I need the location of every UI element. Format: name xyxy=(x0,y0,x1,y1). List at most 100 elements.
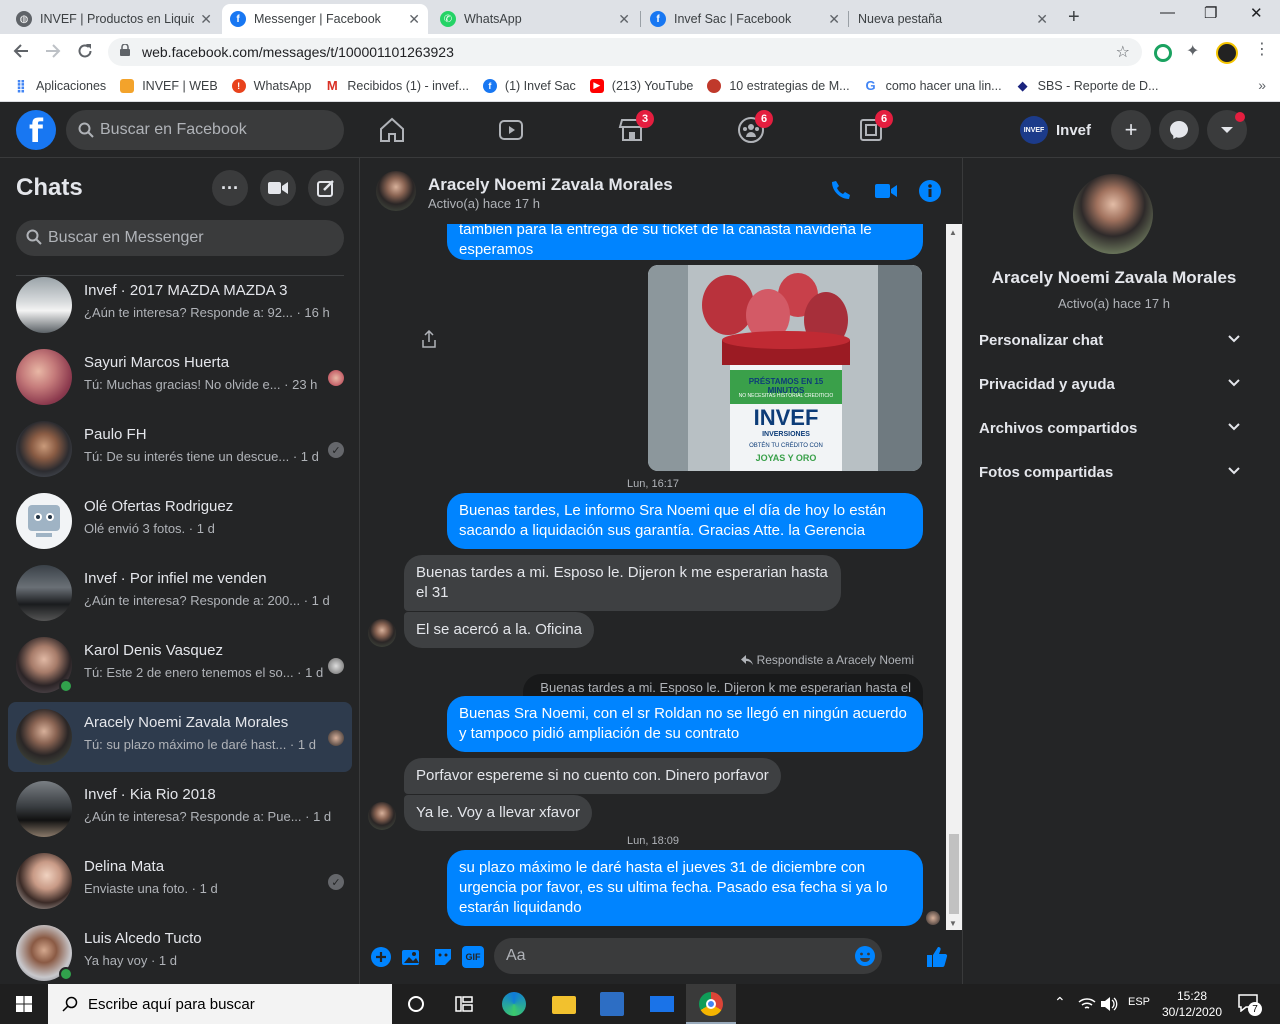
bookmark-apps[interactable]: ⣿ Aplicaciones xyxy=(14,78,107,93)
bookmark-estrategias[interactable]: 10 estrategias de M... xyxy=(707,78,850,93)
chat-item[interactable]: Luis Alcedo Tucto Ya hay voy · 1 d xyxy=(8,918,352,984)
options-button[interactable]: ··· xyxy=(212,170,248,206)
chat-item[interactable]: Karol Denis Vasquez Tú: Este 2 de enero … xyxy=(8,630,352,700)
wifi-icon[interactable] xyxy=(1078,996,1096,1012)
create-button[interactable]: + xyxy=(1111,110,1151,150)
tab-invef-productos[interactable]: ◍ INVEF | Productos en Liquid ✕ xyxy=(8,4,220,34)
windows-start-icon[interactable] xyxy=(16,996,32,1012)
more-bookmarks-icon[interactable]: » xyxy=(1258,77,1266,93)
info-icon[interactable] xyxy=(918,179,942,203)
account-menu-button[interactable] xyxy=(1207,110,1247,150)
section-archivos-compartidos[interactable]: Archivos compartidos xyxy=(979,420,1241,444)
watch-icon[interactable] xyxy=(497,116,525,144)
tab-whatsapp[interactable]: ✆ WhatsApp ✕ xyxy=(432,4,638,34)
show-hidden-icons[interactable]: ⌃ xyxy=(1054,994,1066,1011)
clock[interactable]: 15:28 30/12/2020 xyxy=(1160,988,1224,1020)
groups-nav[interactable]: 6 xyxy=(737,110,773,144)
contact-name[interactable]: Aracely Noemi Zavala Morales xyxy=(428,175,673,195)
chat-item[interactable]: Olé Ofertas Rodriguez Olé envió 3 fotos.… xyxy=(8,486,352,556)
minimize-button[interactable]: — xyxy=(1160,4,1175,21)
task-view-icon[interactable] xyxy=(452,992,476,1016)
bookmark-invef-sac[interactable]: f (1) Invef Sac xyxy=(482,78,576,93)
profile-chip[interactable]: INVEF Invef xyxy=(1020,114,1091,146)
section-fotos-compartidas[interactable]: Fotos compartidas xyxy=(979,464,1241,488)
close-icon[interactable]: ✕ xyxy=(200,11,212,28)
chat-item[interactable]: Sayuri Marcos Huerta Tú: Muchas gracias!… xyxy=(8,342,352,412)
bookmark-gmail[interactable]: M Recibidos (1) - invef... xyxy=(325,78,469,93)
taskbar-search-input[interactable]: Escribe aquí para buscar xyxy=(48,984,392,1024)
phone-icon[interactable] xyxy=(830,179,854,203)
bookmark-sbs[interactable]: ◆ SBS - Reporte de D... xyxy=(1016,78,1159,93)
section-personalizar-chat[interactable]: Personalizar chat xyxy=(979,332,1241,356)
gaming-nav[interactable]: 6 xyxy=(857,110,893,144)
messenger-button[interactable] xyxy=(1159,110,1199,150)
profile-avatar[interactable] xyxy=(1216,42,1238,64)
tab-messenger[interactable]: f Messenger | Facebook ✕ xyxy=(222,4,428,34)
tab-nueva-pestana[interactable]: Nueva pestaña ✕ xyxy=(850,4,1056,34)
restore-button[interactable]: ❐ xyxy=(1204,4,1217,22)
language-indicator[interactable]: ESP xyxy=(1128,996,1150,1008)
new-room-button[interactable] xyxy=(260,170,296,206)
reload-button[interactable] xyxy=(76,42,94,65)
plus-circle-icon[interactable] xyxy=(370,946,392,968)
gif-icon[interactable]: GIF xyxy=(462,946,484,968)
file-explorer-icon[interactable] xyxy=(552,996,576,1014)
scroll-down-icon[interactable]: ▼ xyxy=(949,919,957,928)
puzzle-icon[interactable]: ✦ xyxy=(1186,41,1204,60)
shared-photo[interactable]: PRÉSTAMOS EN 15 MINUTOS NO NECESITAS HIS… xyxy=(648,265,922,471)
scrollbar-thumb[interactable] xyxy=(949,834,959,914)
scroll-up-icon[interactable]: ▲ xyxy=(949,228,957,237)
chat-item-selected[interactable]: Aracely Noemi Zavala Morales Tú: su plaz… xyxy=(8,702,352,772)
share-icon[interactable] xyxy=(422,330,436,348)
facebook-logo-icon[interactable]: f xyxy=(16,110,56,150)
reply-indicator: Respondiste a Aracely Noemi xyxy=(740,653,914,667)
chrome-taskbar-button[interactable] xyxy=(686,984,736,1024)
chat-item[interactable]: Invef · 2017 MAZDA MAZDA 3 ¿Aún te inter… xyxy=(8,270,352,340)
edge-icon[interactable] xyxy=(502,992,526,1016)
more-vert-icon[interactable]: ⋮ xyxy=(1254,39,1272,58)
messages-scrollbar[interactable]: ▲ ▼ xyxy=(946,224,962,930)
bookmark-google[interactable]: G como hacer una lin... xyxy=(864,78,1002,93)
home-icon[interactable] xyxy=(378,116,406,144)
store-icon[interactable] xyxy=(600,992,624,1016)
window-close-button[interactable]: ✕ xyxy=(1250,4,1263,22)
mail-icon[interactable] xyxy=(650,996,674,1012)
chat-item[interactable]: Invef · Por infiel me venden ¿Aún te int… xyxy=(8,558,352,628)
sticker-icon[interactable] xyxy=(432,946,454,968)
bookmark-label: Aplicaciones xyxy=(36,78,107,93)
marketplace-nav[interactable]: 3 xyxy=(618,110,654,144)
extension-icon[interactable] xyxy=(1154,44,1172,62)
bookmark-invef-web[interactable]: INVEF | WEB xyxy=(120,78,218,93)
close-icon[interactable]: ✕ xyxy=(1036,11,1048,28)
contact-avatar[interactable] xyxy=(376,171,416,211)
contact-avatar-large[interactable] xyxy=(1073,174,1153,254)
forward-button[interactable] xyxy=(44,42,62,65)
bookmark-youtube[interactable]: ▶ (213) YouTube xyxy=(589,78,693,93)
close-icon[interactable]: ✕ xyxy=(828,11,840,28)
chat-item[interactable]: Paulo FH Tú: De su interés tiene un desc… xyxy=(8,414,352,484)
image-icon[interactable] xyxy=(400,946,422,968)
emoji-icon[interactable] xyxy=(854,945,876,967)
new-tab-button[interactable]: + xyxy=(1068,6,1080,29)
chat-item[interactable]: Invef · Kia Rio 2018 ¿Aún te interesa? R… xyxy=(8,774,352,844)
tab-invef-sac[interactable]: f Invef Sac | Facebook ✕ xyxy=(642,4,848,34)
bookmark-whatsapp[interactable]: ! WhatsApp xyxy=(231,78,311,93)
close-icon[interactable]: ✕ xyxy=(408,11,420,28)
close-icon[interactable]: ✕ xyxy=(618,11,630,28)
section-label: Archivos compartidos xyxy=(979,420,1138,437)
action-center-button[interactable]: 7 xyxy=(1238,994,1262,1016)
back-button[interactable] xyxy=(12,42,30,65)
messenger-search-input[interactable]: Buscar en Messenger xyxy=(16,220,344,256)
address-bar[interactable]: web.facebook.com/messages/t/100001101263… xyxy=(108,38,1142,66)
message-input[interactable]: Aa xyxy=(494,938,882,974)
video-camera-icon[interactable] xyxy=(874,179,898,203)
star-icon[interactable]: ☆ xyxy=(1116,42,1130,62)
facebook-search-input[interactable]: Buscar en Facebook xyxy=(66,110,344,150)
avatar xyxy=(16,565,72,621)
volume-icon[interactable] xyxy=(1100,996,1118,1012)
cortana-icon[interactable] xyxy=(404,992,428,1016)
section-privacidad-ayuda[interactable]: Privacidad y ayuda xyxy=(979,376,1241,400)
new-message-button[interactable] xyxy=(308,170,344,206)
thumbs-up-icon[interactable] xyxy=(926,946,948,968)
chat-item[interactable]: Delina Mata Enviaste una foto. · 1 d ✓ xyxy=(8,846,352,916)
